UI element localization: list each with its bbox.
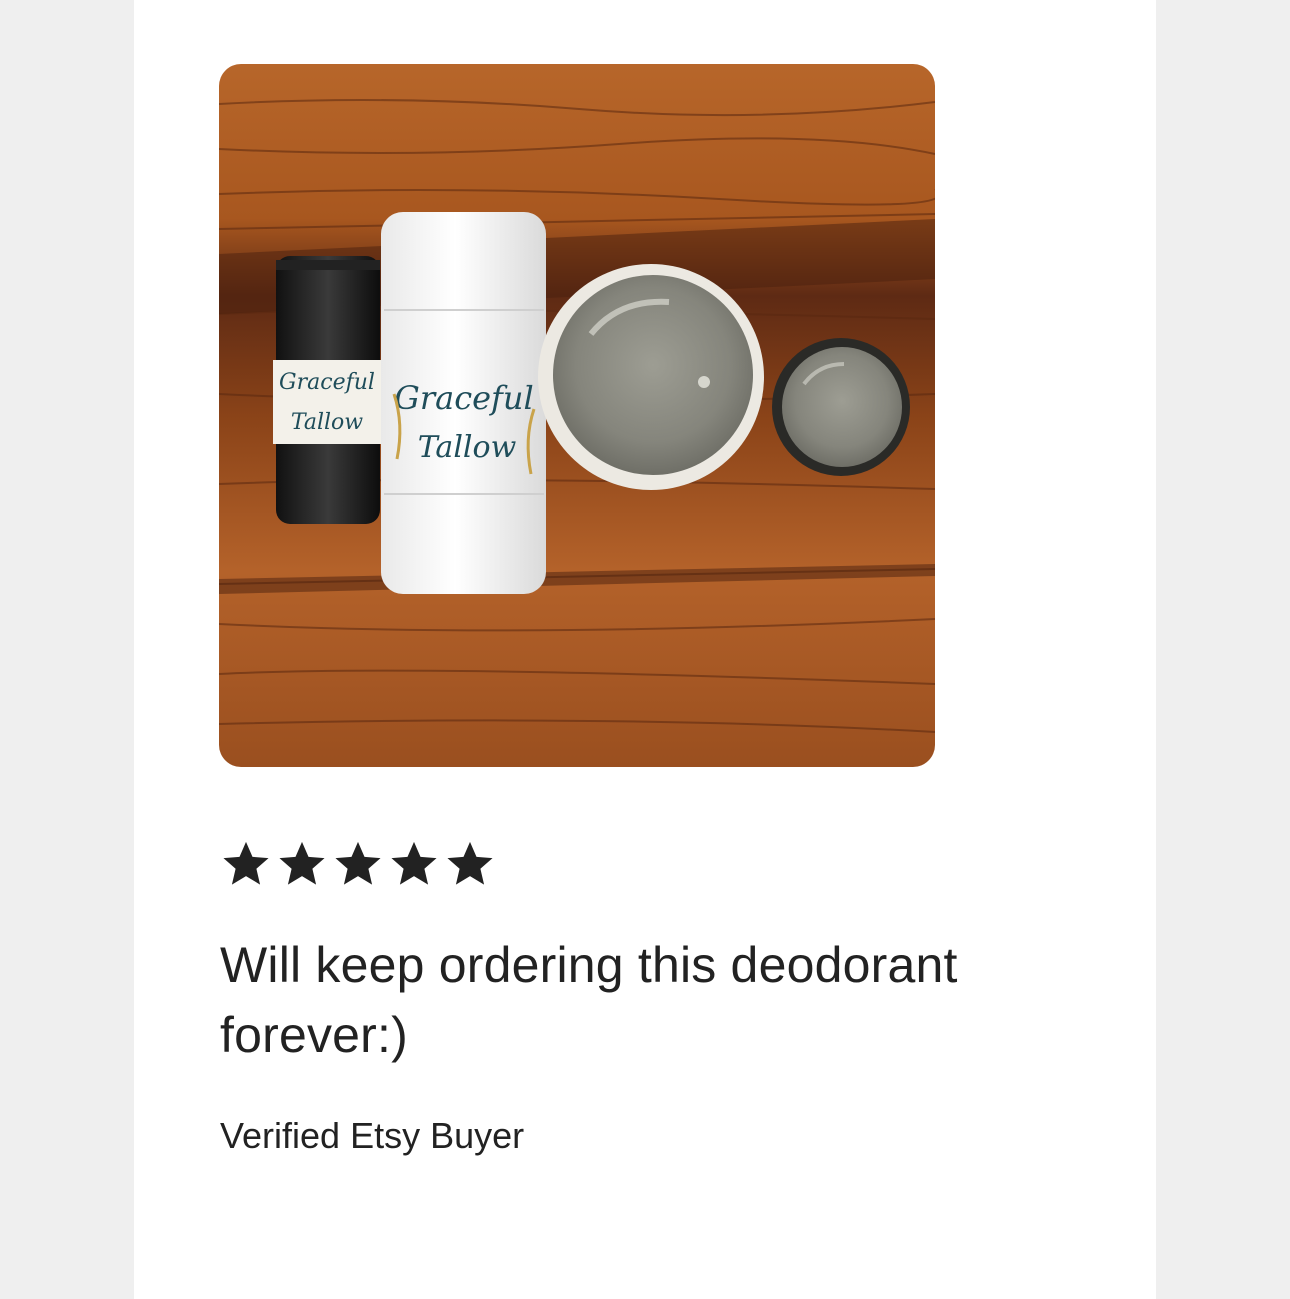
reviewer-name: Verified Etsy Buyer bbox=[220, 1115, 525, 1156]
svg-text:Graceful: Graceful bbox=[394, 379, 533, 417]
svg-text:Tallow: Tallow bbox=[418, 430, 517, 465]
svg-text:Graceful: Graceful bbox=[279, 370, 375, 395]
star-icon bbox=[220, 838, 272, 890]
star-rating bbox=[220, 838, 496, 890]
review-card: Graceful Tallow Graceful Tallow Will kee… bbox=[134, 0, 1156, 1299]
review-photo[interactable]: Graceful Tallow Graceful Tallow bbox=[219, 64, 935, 767]
review-headline: Will keep ordering this deodorant foreve… bbox=[220, 937, 958, 1063]
svg-text:Tallow: Tallow bbox=[291, 410, 363, 435]
star-icon bbox=[276, 838, 328, 890]
star-icon bbox=[388, 838, 440, 890]
star-icon bbox=[444, 838, 496, 890]
star-icon bbox=[332, 838, 384, 890]
